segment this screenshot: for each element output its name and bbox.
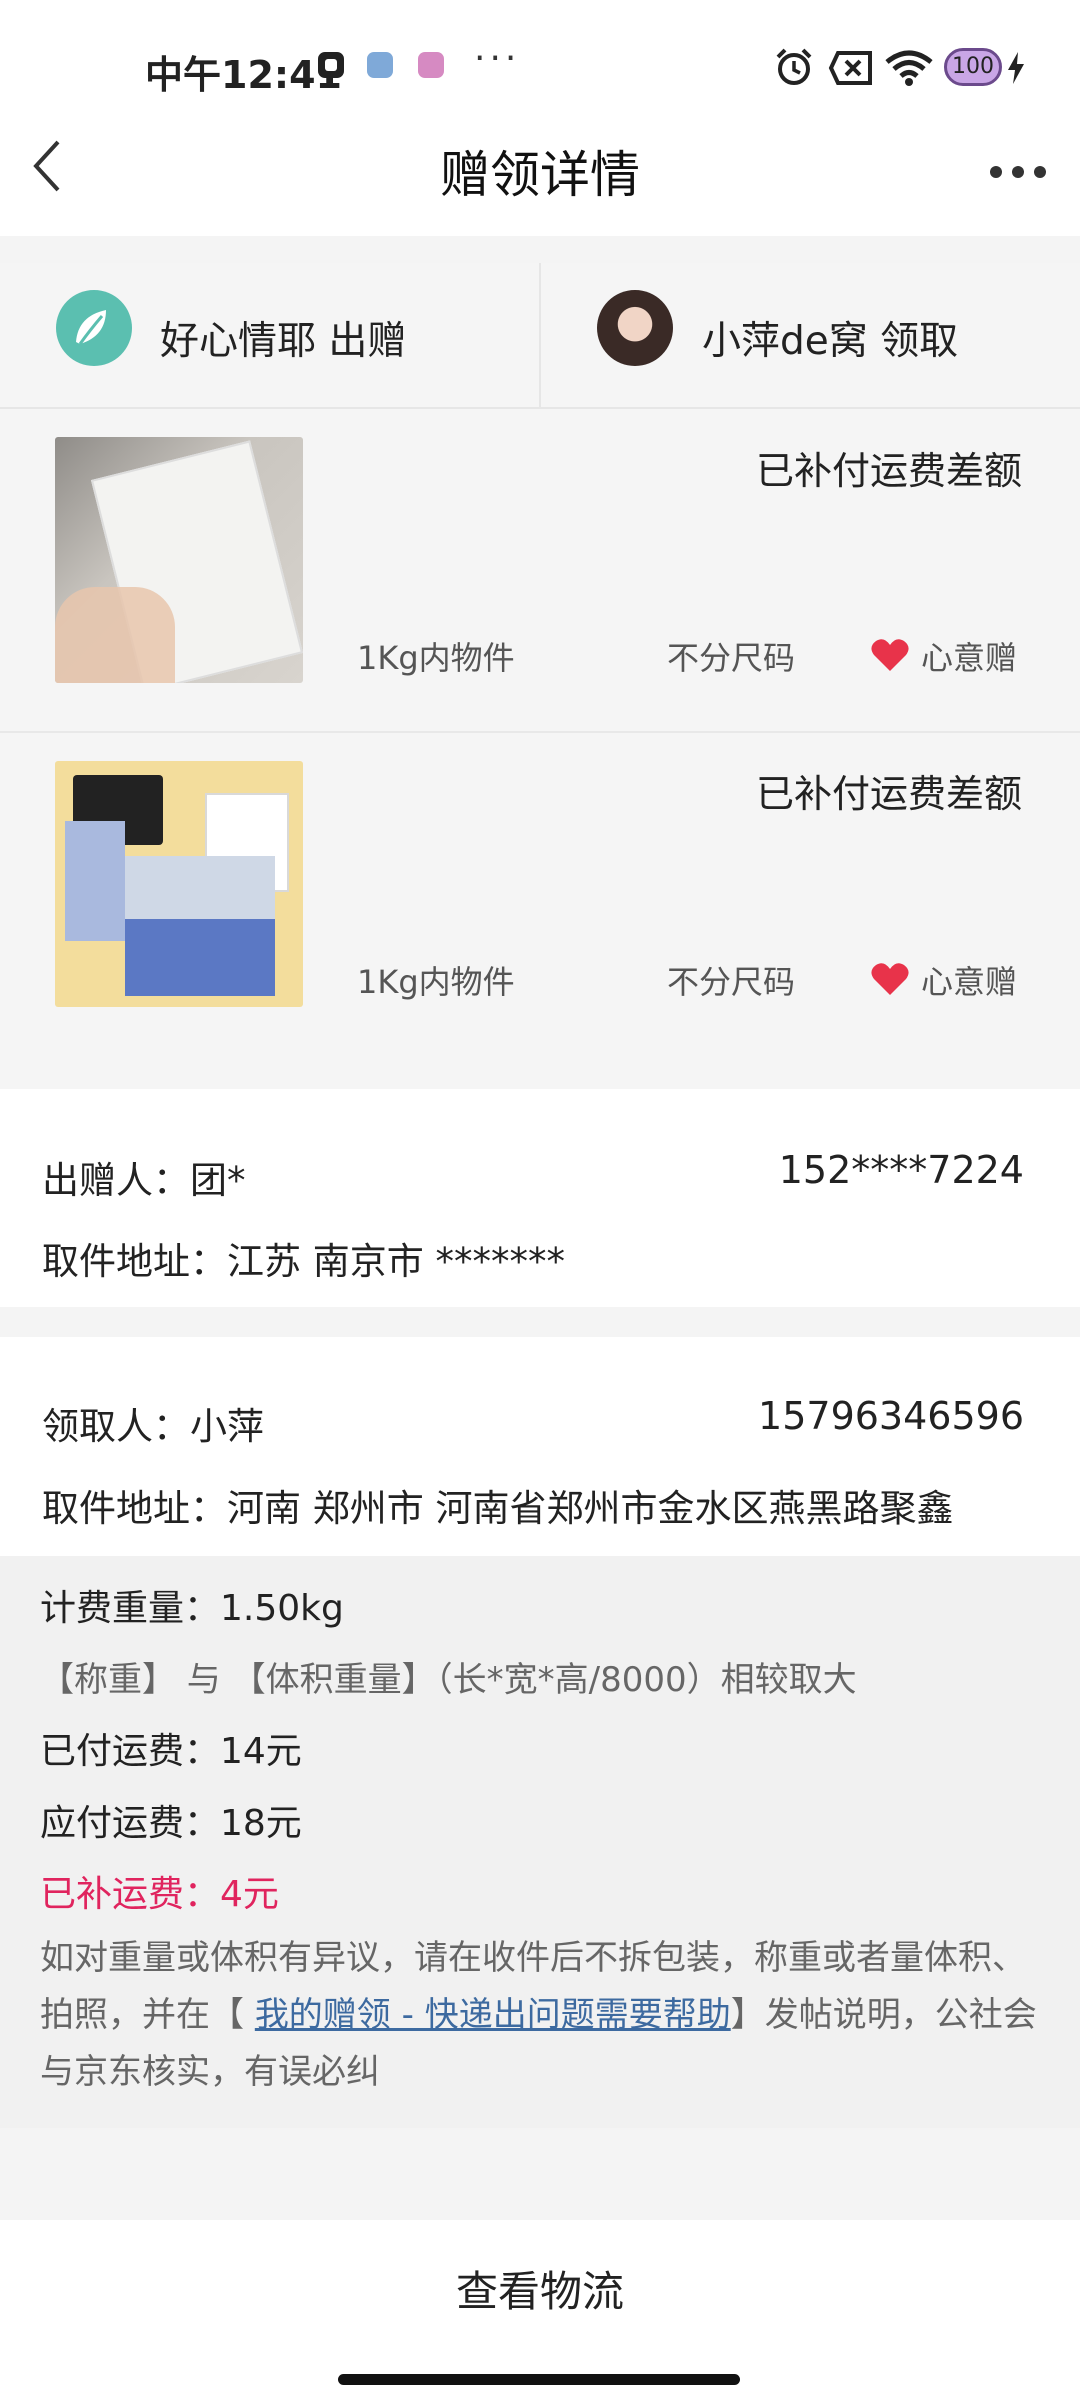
leaf-icon <box>76 310 106 345</box>
paid-fee: 已付运费：14元 <box>40 1731 302 1772</box>
more-notifications-icon: ··· <box>474 38 521 79</box>
item-image[interactable] <box>55 761 303 1007</box>
sender-phone: 152****7224 <box>778 1148 1024 1192</box>
app-icon <box>367 52 393 78</box>
item-status: 已补付运费差额 <box>755 449 1022 493</box>
heart-icon <box>871 963 909 995</box>
receiver-address: 取件地址：河南 郑州市 河南省郑州市金水区燕黑路聚鑫 <box>42 1487 954 1530</box>
payable-fee: 应付运费：18元 <box>40 1803 302 1844</box>
item-weight: 1Kg内物件 <box>357 963 515 1001</box>
receiver-avatar[interactable] <box>597 290 673 366</box>
view-logistics-button[interactable]: 查看物流 <box>340 2258 740 2328</box>
more-options-icon[interactable] <box>988 164 1048 180</box>
dispute-note: 如对重量或体积有异议，请在收件后不拆包装，称重或者量体积、拍照，并在【 我的赠领… <box>40 1930 1040 2101</box>
sim-off-icon <box>828 51 872 85</box>
supplemented-fee: 已补运费：4元 <box>40 1874 279 1915</box>
battery-level: 100 <box>952 54 994 79</box>
charging-icon <box>1008 52 1024 84</box>
item-image[interactable] <box>55 437 303 683</box>
heart-icon <box>871 639 909 671</box>
receiver-phone: 15796346596 <box>758 1394 1024 1438</box>
sender-address: 取件地址：江苏 南京市 ******* <box>42 1240 566 1283</box>
sender-name: 出赠人：团* <box>42 1159 246 1202</box>
weight-rule: 【称重】 与 【体积重量】（长*宽*高/8000）相较取大 <box>40 1660 857 1700</box>
billing-weight: 计费重量：1.50kg <box>40 1588 344 1629</box>
app-icon <box>418 52 444 78</box>
item-size: 不分尺码 <box>667 639 796 677</box>
item-weight: 1Kg内物件 <box>357 639 515 677</box>
battery-icon: 100 <box>944 48 1002 86</box>
receiver-name: 领取人：小萍 <box>42 1405 264 1448</box>
item-status: 已补付运费差额 <box>755 772 1022 816</box>
notification-icon <box>318 52 344 78</box>
giver-label: 好心情耶 出赠 <box>160 319 407 364</box>
divider <box>539 263 541 407</box>
receiver-label: 小萍de窝 领取 <box>702 319 959 364</box>
home-indicator[interactable] <box>338 2374 740 2385</box>
page-title: 赠领详情 <box>440 146 640 204</box>
help-link[interactable]: 我的赠领 - 快递出问题需要帮助 <box>255 1995 731 2035</box>
item-type: 心意赠 <box>921 639 1018 677</box>
giver-avatar[interactable] <box>56 290 132 366</box>
status-time: 中午12:41 <box>145 53 342 97</box>
wifi-icon <box>885 50 933 86</box>
divider <box>0 731 1080 733</box>
item-type: 心意赠 <box>921 963 1018 1001</box>
alarm-icon <box>776 48 812 85</box>
item-size: 不分尺码 <box>667 963 796 1001</box>
